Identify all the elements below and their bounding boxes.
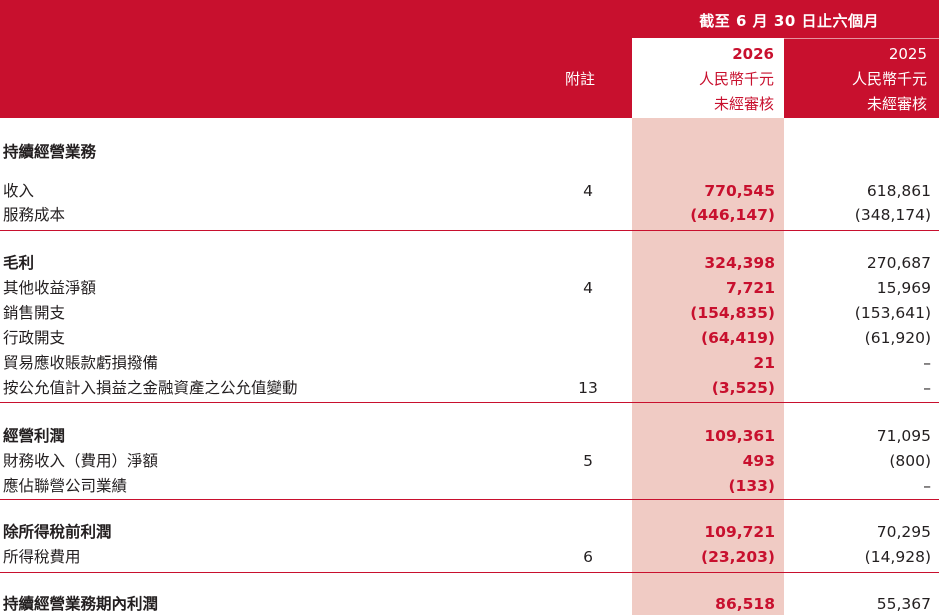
table-row: 毛利 324,398 270,687 xyxy=(0,251,939,275)
row-label: 財務收入（費用）淨額 xyxy=(3,452,159,470)
current-audit-status: 未經審核 xyxy=(713,95,774,113)
row-label: 除所得稅前利潤 xyxy=(3,523,112,541)
current-period-header: 2026 人民幣千元 未經審核 xyxy=(632,38,784,118)
table-row: 服務成本 (446,147) (348,174) xyxy=(0,203,939,227)
row-prior-value: 618,861 xyxy=(866,182,931,200)
row-prior-value: (153,641) xyxy=(854,304,931,322)
row-current-value: (3,525) xyxy=(711,379,775,397)
row-prior-value: (14,928) xyxy=(864,548,931,566)
row-label: 其他收益淨額 xyxy=(3,279,97,297)
note-column-header: 附註 xyxy=(564,70,595,88)
row-note: 4 xyxy=(583,279,593,297)
row-prior-value: (348,174) xyxy=(854,206,931,224)
table-row: 貿易應收賬款虧損撥備 21 – xyxy=(0,351,939,375)
period-header: 截至 6 月 30 日止六個月 xyxy=(632,0,939,39)
row-label: 按公允值計入損益之金融資產之公允值變動 xyxy=(3,379,298,397)
row-prior-value: 270,687 xyxy=(866,254,931,272)
prior-currency: 人民幣千元 xyxy=(851,70,927,88)
prior-audit-status: 未經審核 xyxy=(866,95,927,113)
row-note: 4 xyxy=(583,182,593,200)
row-current-value: 493 xyxy=(742,452,775,470)
row-label: 行政開支 xyxy=(3,329,66,347)
table-row: 行政開支 (64,419) (61,920) xyxy=(0,326,939,350)
row-current-value: 7,721 xyxy=(725,279,775,297)
table-row: 經營利潤 109,361 71,095 xyxy=(0,424,939,448)
row-label: 所得稅費用 xyxy=(3,548,81,566)
row-current-value: 770,545 xyxy=(704,182,775,200)
current-currency: 人民幣千元 xyxy=(698,70,774,88)
row-prior-value: – xyxy=(923,379,931,397)
section-divider xyxy=(0,572,939,573)
row-prior-value: 71,095 xyxy=(876,427,931,445)
row-current-value: 324,398 xyxy=(704,254,775,272)
table-row: 銷售開支 (154,835) (153,641) xyxy=(0,301,939,325)
row-prior-value: – xyxy=(923,477,931,495)
table-row: 按公允值計入損益之金融資產之公允值變動 13 (3,525) – xyxy=(0,376,939,400)
row-current-value: 86,518 xyxy=(715,595,775,613)
row-note: 5 xyxy=(583,452,593,470)
row-label: 應佔聯營公司業績 xyxy=(3,477,128,495)
row-label: 服務成本 xyxy=(3,206,66,224)
prior-year: 2025 xyxy=(888,45,927,63)
table-row: 應佔聯營公司業績 (133) – xyxy=(0,474,939,498)
row-label: 持續經營業務期內利潤 xyxy=(3,595,159,613)
row-current-value: (23,203) xyxy=(701,548,775,566)
row-note: 6 xyxy=(583,548,593,566)
table-row: 除所得稅前利潤 109,721 70,295 xyxy=(0,520,939,544)
prior-period-header: 2025 人民幣千元 未經審核 xyxy=(785,38,939,118)
table-row: 持續經營業務期內利潤 86,518 55,367 xyxy=(0,592,939,616)
section-divider xyxy=(0,230,939,231)
row-current-value: 109,721 xyxy=(704,523,775,541)
row-current-value: (133) xyxy=(728,477,775,495)
table-row: 財務收入（費用）淨額 5 493 (800) xyxy=(0,449,939,473)
row-prior-value: 70,295 xyxy=(876,523,931,541)
current-year: 2026 xyxy=(732,45,774,63)
row-label: 毛利 xyxy=(3,254,35,272)
row-note: 13 xyxy=(578,379,598,397)
table-row: 持續經營業務 xyxy=(0,140,939,164)
row-label: 經營利潤 xyxy=(3,427,66,445)
row-current-value: 109,361 xyxy=(704,427,775,445)
section-divider xyxy=(0,402,939,403)
row-label: 收入 xyxy=(3,182,35,200)
table-row: 收入 4 770,545 618,861 xyxy=(0,179,939,203)
table-header: 截至 6 月 30 日止六個月 附註 2026 人民幣千元 未經審核 2025 … xyxy=(0,0,939,118)
row-prior-value: – xyxy=(923,354,931,372)
row-prior-value: (61,920) xyxy=(864,329,931,347)
row-current-value: (64,419) xyxy=(701,329,775,347)
row-current-value: (446,147) xyxy=(690,206,775,224)
table-row: 其他收益淨額 4 7,721 15,969 xyxy=(0,276,939,300)
row-label: 持續經營業務 xyxy=(3,143,97,161)
row-prior-value: 55,367 xyxy=(876,595,931,613)
row-label: 貿易應收賬款虧損撥備 xyxy=(3,354,159,372)
section-divider xyxy=(0,499,939,500)
row-current-value: (154,835) xyxy=(690,304,775,322)
row-prior-value: (800) xyxy=(889,452,931,470)
row-label: 銷售開支 xyxy=(3,304,66,322)
period-label: 截至 6 月 30 日止六個月 xyxy=(699,12,879,30)
row-prior-value: 15,969 xyxy=(876,279,931,297)
table-row: 所得稅費用 6 (23,203) (14,928) xyxy=(0,545,939,569)
row-current-value: 21 xyxy=(753,354,775,372)
